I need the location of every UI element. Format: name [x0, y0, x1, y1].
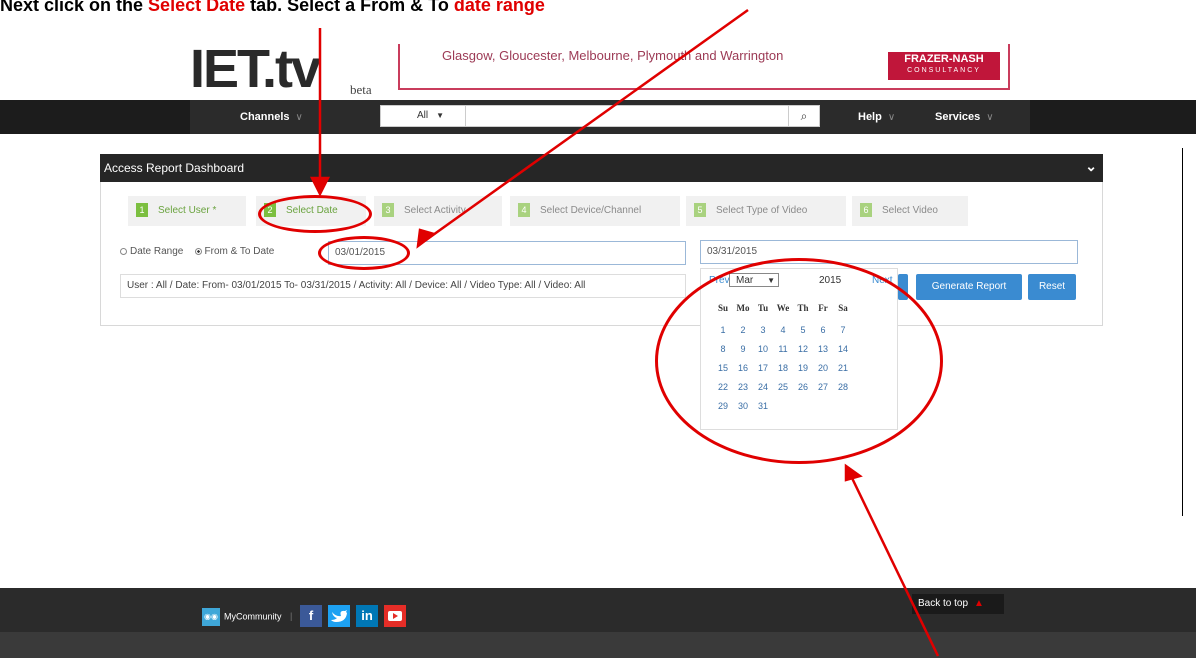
- ad-banner[interactable]: Glasgow, Gloucester, Melbourne, Plymouth…: [398, 44, 1010, 90]
- tab-number: 6: [860, 203, 872, 218]
- banner-text: Glasgow, Gloucester, Melbourne, Plymouth…: [442, 48, 784, 63]
- tab-label: Select Device/Channel: [540, 205, 642, 216]
- nav-channels-menu[interactable]: Channels ∨: [240, 111, 303, 123]
- tab-label: Select User *: [158, 205, 217, 216]
- youtube-play-shape: [388, 611, 402, 621]
- footer-divider: |: [290, 611, 293, 622]
- facebook-icon[interactable]: f: [300, 605, 322, 627]
- search-bar[interactable]: All ▼ ⌕: [380, 105, 820, 127]
- annotation-arrows: [309, 8, 940, 657]
- collapse-chevron-icon[interactable]: ⌄: [1085, 158, 1097, 175]
- panel-title: Access Report Dashboard: [104, 161, 245, 175]
- nav-channels-label: Channels: [240, 111, 290, 123]
- site-logo[interactable]: IET.tv beta: [190, 42, 390, 100]
- twitter-bird-shape: [331, 610, 347, 622]
- tab-select-device-channel[interactable]: 4 Select Device/Channel: [510, 196, 680, 226]
- tab-label: Select Type of Video: [716, 205, 808, 216]
- panel-header: Access Report Dashboard ⌄: [100, 154, 1103, 182]
- to-date-value: 03/31/2015: [707, 246, 758, 257]
- caret-up-icon: ▲: [974, 598, 984, 609]
- radio-date-range-label: Date Range: [130, 246, 184, 257]
- tab-select-video[interactable]: 6 Select Video: [852, 196, 968, 226]
- chevron-down-icon: ∨: [986, 112, 994, 123]
- instruction-highlight-date-range: date range: [453, 0, 545, 15]
- search-button[interactable]: ⌕: [788, 106, 819, 126]
- community-icon: ◉◉: [202, 608, 220, 626]
- caret-down-icon: ▼: [436, 111, 445, 120]
- nav-right-block: [1030, 100, 1196, 134]
- youtube-icon[interactable]: [384, 605, 406, 627]
- search-scope-dropdown[interactable]: All ▼: [381, 106, 466, 126]
- linkedin-glyph: in: [361, 608, 373, 623]
- logo-beta-label: beta: [350, 82, 372, 97]
- generate-report-label: Generate Report: [931, 281, 1007, 292]
- community-label: MyCommunity: [224, 611, 282, 622]
- reset-label: Reset: [1038, 281, 1066, 292]
- generate-report-button[interactable]: Generate Report: [916, 274, 1022, 300]
- chevron-down-icon: ∨: [295, 112, 303, 123]
- back-to-top-label: Back to top: [918, 598, 969, 609]
- tab-number: 1: [136, 203, 148, 218]
- radio-date-range[interactable]: Date Range: [120, 246, 183, 257]
- date-mode-radios: Date Range From & To Date: [120, 246, 274, 257]
- to-date-input[interactable]: 03/31/2015: [700, 240, 1078, 264]
- instruction-middle: tab. Select a From & To: [245, 0, 454, 15]
- search-scope-value: All: [417, 110, 429, 121]
- back-to-top-button[interactable]: Back to top ▲: [912, 594, 1004, 614]
- twitter-icon[interactable]: [328, 605, 350, 627]
- tab-number: 4: [518, 203, 530, 218]
- banner-brand-logo: FRAZER-NASH CONSULTANCY: [888, 52, 1000, 80]
- search-icon: ⌕: [800, 109, 808, 123]
- nav-services-label: Services: [935, 111, 981, 123]
- radio-from-to-label: From & To Date: [204, 246, 275, 257]
- annotation-circle-from-date: [318, 236, 410, 270]
- tab-number: 5: [694, 203, 706, 218]
- instruction-text: Next click on the Select Date tab. Selec…: [0, 0, 1196, 40]
- tab-label: Select Video: [882, 205, 938, 216]
- tab-number: 3: [382, 203, 394, 218]
- tab-label: Select Activity: [404, 205, 466, 216]
- radio-selected-icon: [194, 247, 202, 255]
- footer-bottom-bar: [0, 632, 1196, 658]
- facebook-glyph: f: [308, 608, 314, 623]
- annotation-circle-calendar: [655, 258, 943, 464]
- chevron-down-icon: ∨: [887, 112, 896, 123]
- linkedin-icon[interactable]: in: [356, 605, 378, 627]
- arrow-head-calendar: [844, 463, 863, 482]
- tab-select-activity[interactable]: 3 Select Activity: [374, 196, 502, 226]
- page-edge-line: [1182, 148, 1183, 516]
- radio-circle-icon: [120, 247, 127, 255]
- reset-button[interactable]: Reset: [1028, 274, 1076, 300]
- selection-summary: User : All / Date: From- 03/01/2015 To- …: [120, 274, 686, 298]
- summary-text: User : All / Date: From- 03/01/2015 To- …: [127, 280, 586, 291]
- nav-help-label: Help: [858, 111, 882, 123]
- banner-brand-sub: CONSULTANCY: [907, 67, 981, 74]
- tab-select-type-of-video[interactable]: 5 Select Type of Video: [686, 196, 846, 226]
- nav-help-menu[interactable]: Help ∨: [858, 111, 895, 123]
- nav-left-block: [0, 100, 190, 134]
- instruction-highlight-select-date: Select Date: [148, 0, 246, 15]
- banner-brand-name: FRAZER-NASH: [904, 53, 984, 65]
- radio-from-to-date[interactable]: From & To Date: [194, 246, 275, 257]
- annotation-circle-select-date: [258, 195, 372, 233]
- nav-services-menu[interactable]: Services ∨: [935, 111, 994, 123]
- mycommunity-link[interactable]: ◉◉ MyCommunity |: [202, 608, 292, 626]
- tab-select-user[interactable]: 1 Select User *: [128, 196, 246, 226]
- logo-text: IET.tv: [190, 39, 321, 99]
- instruction-prefix: Next click on the: [0, 0, 149, 15]
